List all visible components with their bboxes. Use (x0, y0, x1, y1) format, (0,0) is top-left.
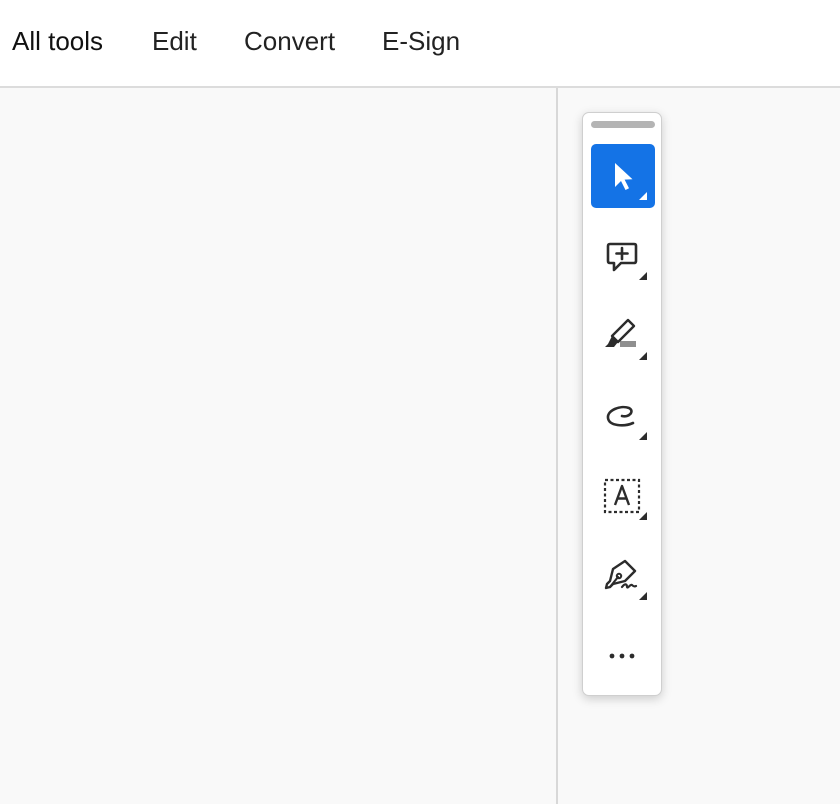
select-cursor-icon (615, 163, 647, 200)
more-tools-button[interactable] (591, 624, 655, 688)
top-menu-bar: All tools Edit Convert E-Sign (0, 0, 840, 88)
quick-tools-toolbar (582, 112, 662, 696)
add-comment-tool-button[interactable] (591, 224, 655, 288)
menu-edit[interactable]: Edit (152, 26, 197, 56)
menu-all-tools[interactable]: All tools (12, 26, 103, 56)
sign-tool-button[interactable] (591, 544, 655, 608)
highlight-tool-button[interactable] (591, 304, 655, 368)
text-box-icon (603, 478, 647, 520)
document-canvas[interactable] (0, 88, 556, 804)
more-options-icon (609, 653, 635, 659)
highlight-marker-icon (605, 318, 647, 360)
draw-tool-button[interactable] (591, 384, 655, 448)
text-box-tool-button[interactable] (591, 464, 655, 528)
freehand-draw-icon (606, 405, 647, 440)
add-comment-icon (606, 242, 647, 280)
select-tool-button[interactable] (591, 144, 655, 208)
toolbar-drag-handle[interactable] (591, 121, 655, 128)
sign-pen-icon (604, 559, 647, 600)
menu-e-sign[interactable]: E-Sign (382, 26, 460, 56)
menu-convert[interactable]: Convert (244, 26, 335, 56)
